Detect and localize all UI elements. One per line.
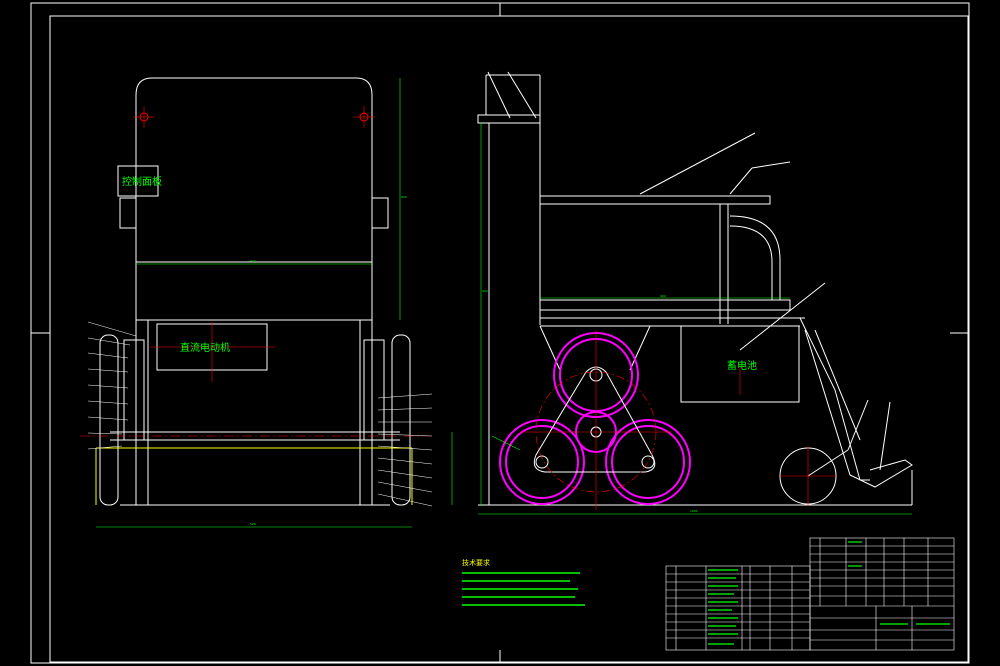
control-panel-label: 控制面板	[122, 175, 162, 188]
side-height-dim: 900	[482, 289, 488, 293]
technical-notes-title: 技术要求	[462, 558, 490, 567]
battery-label: 蓄电池	[727, 359, 757, 372]
front-overall-width-dim: 520	[250, 522, 256, 526]
dc-motor-label: 直流电动机	[180, 341, 230, 354]
front-height-dim: 600	[401, 195, 407, 199]
cad-drawing-canvas: 600 400 520 控制面板 直流电动机 900 400 1000 蓄电池 …	[0, 0, 1000, 666]
front-seat-width-dim: 400	[250, 259, 256, 263]
side-overall-length-dim: 1000	[690, 509, 698, 513]
side-seat-depth-dim: 400	[660, 294, 666, 298]
